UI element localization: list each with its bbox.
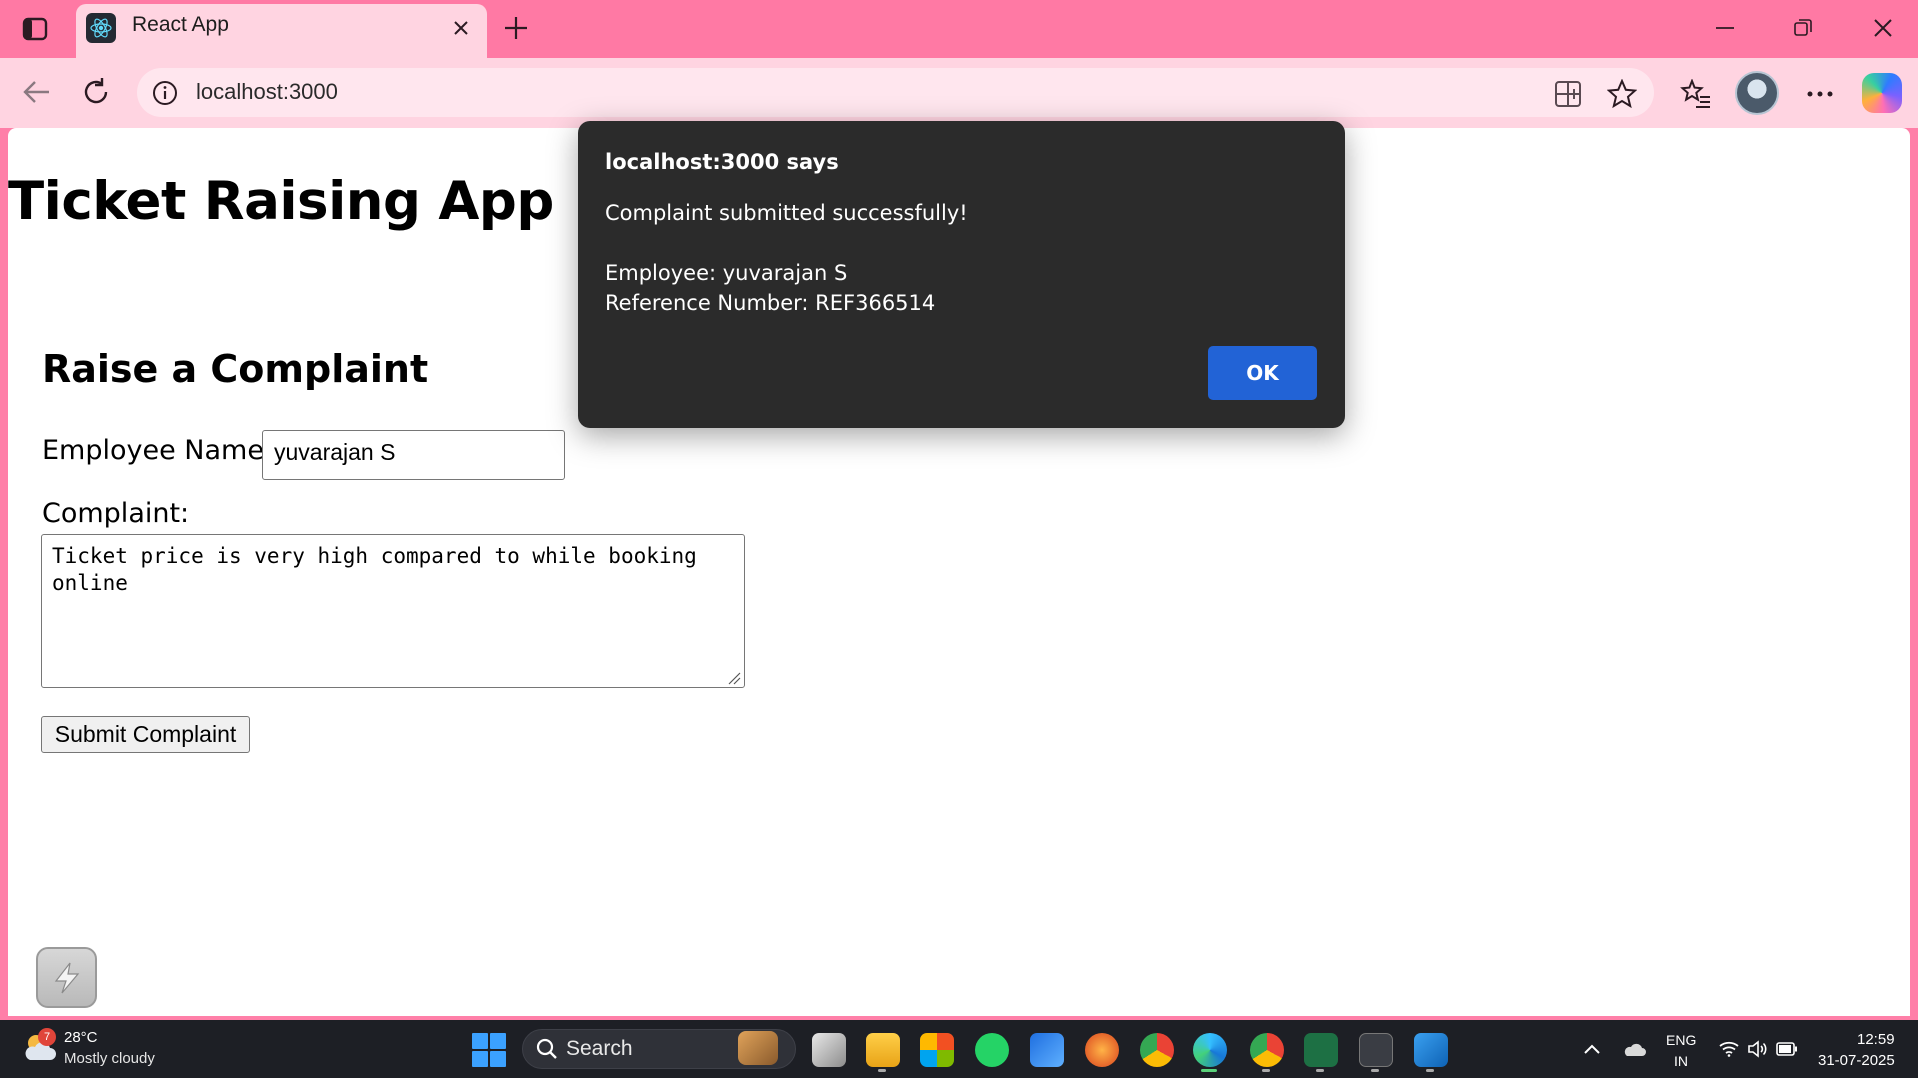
file-explorer-icon[interactable] [866,1033,900,1067]
url-text[interactable]: localhost:3000 [196,79,338,105]
chevron-up-icon[interactable] [1580,1036,1604,1062]
windows-start-icon[interactable] [472,1033,506,1067]
back-arrow-icon[interactable] [16,70,56,114]
plus-icon[interactable] [498,8,534,48]
floating-app-icon[interactable] [36,947,97,1008]
clock-time[interactable]: 12:59 [1857,1031,1895,1048]
profile-avatar[interactable] [1735,71,1779,115]
window-close-icon[interactable] [1860,8,1906,48]
excel-icon[interactable] [1304,1033,1338,1067]
alert-message: Complaint submitted successfully! Employ… [605,201,968,315]
page-title: Ticket Raising App [8,171,554,232]
running-indicator [1371,1069,1379,1072]
task-view-icon[interactable] [812,1033,846,1067]
volume-icon[interactable] [1744,1036,1770,1062]
ok-button[interactable]: OK [1208,346,1317,400]
info-icon[interactable] [149,77,181,109]
submit-complaint-button[interactable]: Submit Complaint [41,716,250,753]
weather-badge: 7 [38,1028,56,1046]
language-indicator[interactable]: ENG [1666,1032,1696,1048]
edge-icon[interactable] [1193,1033,1227,1067]
minimize-icon[interactable] [1702,8,1748,48]
alert-dialog: localhost:3000 says Complaint submitted … [578,121,1345,428]
restore-icon[interactable] [1780,8,1826,48]
form-heading: Raise a Complaint [42,347,429,391]
close-icon[interactable] [444,12,478,44]
language-region[interactable]: IN [1674,1053,1688,1069]
tab-actions-icon[interactable] [12,8,58,50]
star-icon[interactable] [1602,74,1642,114]
search-highlight-icon [738,1031,778,1065]
whatsapp-icon[interactable] [975,1033,1009,1067]
alert-title: localhost:3000 says [605,150,839,174]
favorites-icon[interactable] [1674,72,1718,116]
running-indicator [1316,1069,1324,1072]
tab-title: React App [132,13,229,36]
photos-icon[interactable] [1030,1033,1064,1067]
more-icon[interactable] [1798,72,1842,116]
resize-grip-icon[interactable] [727,671,741,685]
split-screen-icon[interactable] [1548,74,1588,114]
terminal-icon[interactable] [1359,1033,1393,1067]
wifi-icon[interactable] [1716,1036,1742,1062]
reload-icon[interactable] [76,70,116,114]
copilot-icon[interactable] [1862,73,1902,113]
weather-description: Mostly cloudy [64,1050,155,1067]
address-bar[interactable] [137,68,1654,117]
running-indicator [1262,1069,1270,1072]
employee-name-label: Employee Name: [42,435,274,466]
employee-name-input[interactable]: yuvarajan S [262,430,565,480]
complaint-textarea[interactable]: Ticket price is very high compared to wh… [41,534,745,688]
search-icon [534,1036,560,1062]
chrome-icon[interactable] [1140,1033,1174,1067]
react-favicon [86,13,116,43]
store-icon[interactable] [920,1033,954,1067]
weather-temperature: 28°C [64,1029,98,1046]
onedrive-icon[interactable] [1620,1036,1648,1062]
running-indicator [1426,1069,1434,1072]
search-label: Search [566,1037,633,1060]
complaint-label: Complaint: [42,498,190,529]
active-indicator [1201,1069,1217,1072]
clock-date[interactable]: 31-07-2025 [1818,1052,1895,1069]
vscode-icon[interactable] [1414,1033,1448,1067]
battery-icon[interactable] [1774,1036,1800,1062]
running-indicator [878,1069,886,1072]
chrome-profile-icon[interactable] [1250,1033,1284,1067]
brave-icon[interactable] [1085,1033,1119,1067]
